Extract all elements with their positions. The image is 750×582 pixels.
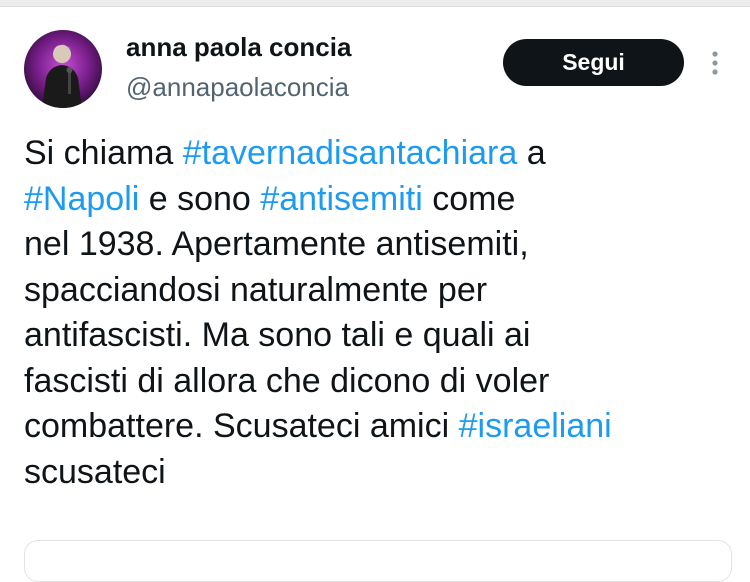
tweet-line: #Napoli e sono #antisemiti come — [24, 177, 744, 223]
author-display-name[interactable]: anna paola concia — [126, 32, 351, 63]
text-segment: a — [517, 134, 546, 172]
tweet-line: fascisti di allora che dicono di voler — [24, 359, 744, 405]
hashtag-link[interactable]: #antisemiti — [260, 180, 423, 218]
text-segment: spacciandosi naturalmente per — [24, 270, 488, 309]
hashtag-link[interactable]: #israeliani — [459, 407, 612, 445]
person-on-stage-icon — [24, 30, 102, 108]
author-handle[interactable]: @annapaolaconcia — [126, 72, 349, 103]
text-segment: fascisti di allora che dicono di voler — [24, 361, 550, 400]
text-segment: come — [422, 179, 516, 218]
top-divider — [0, 0, 750, 7]
tweet-line: antifascisti. Ma sono tali e quali ai — [24, 313, 744, 359]
tweet-line: Si chiama #tavernadisantachiara a — [24, 131, 744, 177]
follow-button[interactable]: Segui — [503, 39, 684, 86]
text-segment: nel 1938. Apertamente antisemiti, — [24, 225, 529, 263]
vertical-ellipsis-icon[interactable] — [702, 46, 728, 80]
hashtag-link[interactable]: #Napoli — [24, 180, 139, 218]
tweet-line: combattere. Scusateci amici #israeliani — [24, 404, 744, 450]
text-segment: scusateci — [24, 452, 166, 491]
tweet-line: nel 1938. Apertamente antisemiti, — [24, 222, 744, 268]
text-segment: e sono — [139, 179, 261, 218]
tweet-text: Si chiama #tavernadisantachiara a #Napol… — [24, 131, 744, 495]
hashtag-link[interactable]: #tavernadisantachiara — [183, 134, 518, 172]
text-segment: Si chiama — [24, 134, 183, 172]
avatar[interactable] — [24, 30, 102, 108]
media-card-edge[interactable] — [24, 540, 732, 582]
text-segment: combattere. Scusateci amici — [24, 407, 459, 445]
tweet-line: spacciandosi naturalmente per — [24, 268, 744, 314]
tweet-line: scusateci — [24, 450, 744, 496]
text-segment: antifascisti. Ma sono tali e quali ai — [24, 316, 531, 354]
